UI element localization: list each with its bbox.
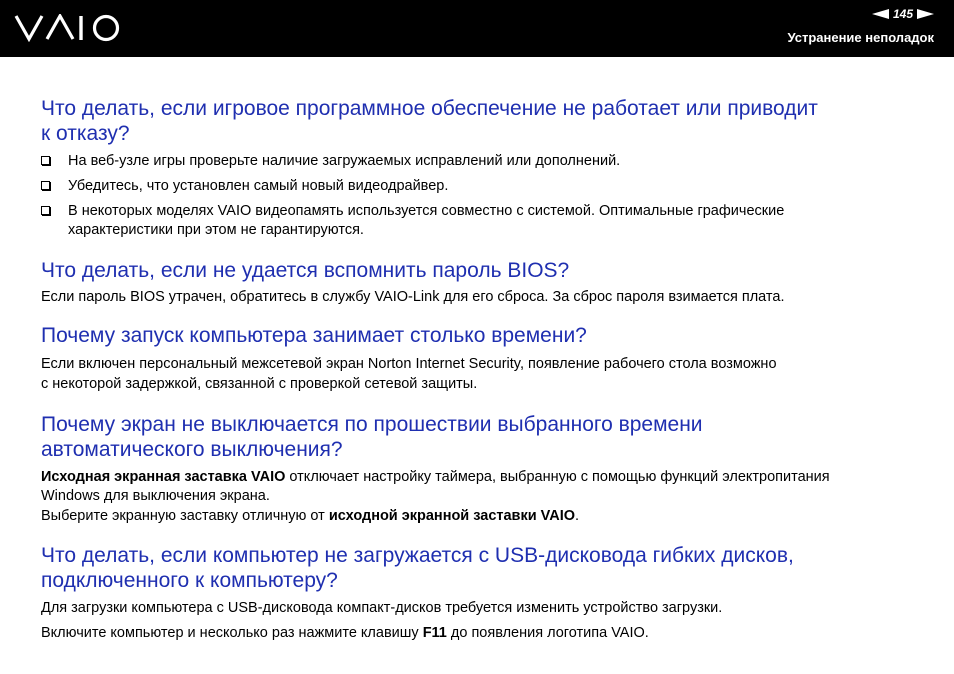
checkbox-bullet-icon <box>41 156 50 165</box>
checkbox-bullet-icon <box>41 206 50 215</box>
checkbox-bullet-icon <box>41 181 50 190</box>
heading-game-software: Что делать, если игровое программное обе… <box>41 97 818 120</box>
paragraph: Включите компьютер и несколько раз нажми… <box>41 625 649 641</box>
paragraph: Выберите экранную заставку отличную от и… <box>41 508 580 524</box>
next-page-arrow-icon[interactable] <box>917 9 934 19</box>
previous-page-arrow-icon[interactable] <box>871 9 889 19</box>
heading-usb-floppy-cont: подключенного к компьютеру? <box>41 569 338 592</box>
paragraph: с некоторой задержкой, связанной с прове… <box>41 376 478 392</box>
heading-bios-password: Что делать, если не удается вспомнить па… <box>41 259 570 282</box>
paragraph: Исходная экранная заставка VAIO отключае… <box>41 469 830 485</box>
heading-startup-time: Почему запуск компьютера занимает стольк… <box>41 324 587 347</box>
page-header: 145 Устранение неполадок <box>0 0 954 57</box>
heading-screen-off: Почему экран не выключается по прошестви… <box>41 413 703 436</box>
page-navigation: 145 <box>871 7 934 21</box>
heading-game-software-cont: к отказу? <box>41 122 130 145</box>
paragraph: Если включен персональный межсетевой экр… <box>41 356 777 372</box>
paragraph: Windows для выключения экрана. <box>41 488 270 504</box>
paragraph: Если пароль BIOS утрачен, обратитесь в с… <box>41 289 785 305</box>
heading-screen-off-cont: автоматического выключения? <box>41 438 343 461</box>
section-title: Устранение неполадок <box>787 30 934 45</box>
paragraph: Для загрузки компьютера с USB-дисковода … <box>41 600 723 616</box>
heading-usb-floppy: Что делать, если компьютер не загружаетс… <box>41 544 794 567</box>
vaio-logo <box>14 14 120 42</box>
page-number: 145 <box>892 7 913 21</box>
